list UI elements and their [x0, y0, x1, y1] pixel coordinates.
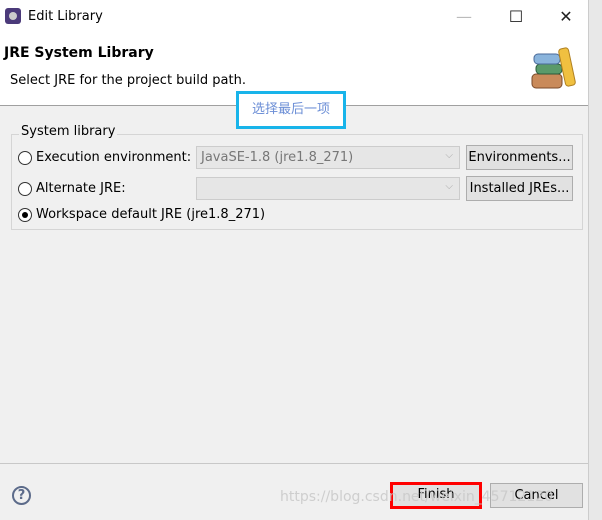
- library-books-icon: [531, 47, 576, 89]
- alternate-jre-label: Alternate JRE:: [36, 181, 126, 196]
- execution-environment-combo[interactable]: JavaSE-1.8 (jre1.8_271) ⌵: [196, 146, 460, 169]
- workspace-default-jre-label: Workspace default JRE (jre1.8_271): [36, 207, 266, 222]
- page-title: JRE System Library: [4, 45, 154, 61]
- minimize-icon[interactable]: —: [444, 4, 484, 30]
- alternate-jre-combo[interactable]: ⌵: [196, 177, 460, 200]
- chevron-down-icon: ⌵: [445, 150, 453, 161]
- close-icon[interactable]: ✕: [546, 4, 586, 30]
- help-icon[interactable]: ?: [12, 486, 31, 505]
- execution-environment-radio[interactable]: [18, 151, 32, 165]
- window-title: Edit Library: [28, 9, 103, 24]
- divider: [0, 463, 588, 464]
- background-window-edge: [588, 0, 602, 520]
- execution-environment-label: Execution environment:: [36, 150, 192, 165]
- group-label: System library: [19, 124, 118, 139]
- watermark: https://blog.csdn.net/weixin_45712120: [280, 489, 554, 505]
- combo-value: JavaSE-1.8 (jre1.8_271): [201, 150, 354, 165]
- eclipse-icon: [5, 8, 21, 24]
- alternate-jre-radio[interactable]: [18, 182, 32, 196]
- annotation-callout: 选择最后一项: [236, 91, 346, 129]
- title-bar: Edit Library — ☐ ✕: [0, 0, 588, 34]
- chevron-down-icon: ⌵: [445, 181, 453, 192]
- installed-jres-button[interactable]: Installed JREs...: [466, 176, 573, 201]
- environments-button[interactable]: Environments...: [466, 145, 573, 170]
- workspace-default-jre-radio[interactable]: [18, 208, 32, 222]
- page-subtitle: Select JRE for the project build path.: [10, 73, 246, 88]
- maximize-icon[interactable]: ☐: [496, 4, 536, 30]
